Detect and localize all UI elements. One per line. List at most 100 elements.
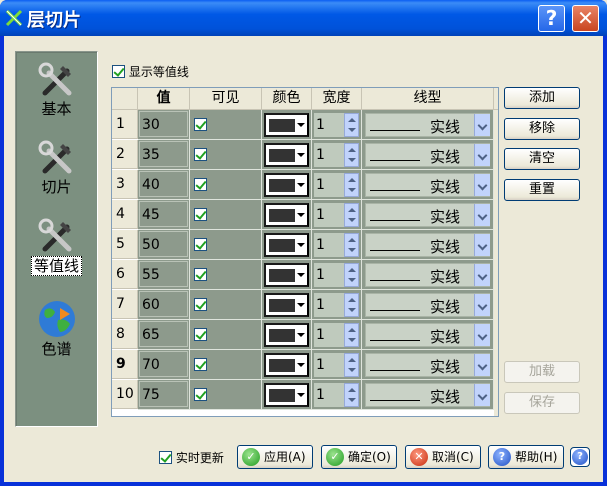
- chevron-down-icon[interactable]: [474, 384, 490, 406]
- value-cell[interactable]: 50: [138, 230, 190, 260]
- linetype-select[interactable]: 实线: [365, 233, 490, 257]
- width-cell[interactable]: 1: [312, 110, 362, 140]
- spin-up-icon[interactable]: [348, 178, 356, 182]
- row-header[interactable]: 1: [112, 110, 138, 139]
- visible-checkbox[interactable]: [194, 148, 207, 161]
- column-header-value[interactable]: 值: [138, 88, 190, 110]
- spin-up-icon[interactable]: [348, 268, 356, 272]
- add-button[interactable]: 添加: [504, 87, 580, 109]
- row-header[interactable]: 8: [112, 320, 138, 349]
- value-cell[interactable]: 65: [138, 320, 190, 350]
- spin-up-icon[interactable]: [348, 148, 356, 152]
- linetype-cell[interactable]: 实线: [362, 380, 494, 410]
- width-spinner[interactable]: [344, 383, 359, 407]
- linetype-cell[interactable]: 实线: [362, 230, 494, 260]
- row-header[interactable]: 7: [112, 290, 138, 319]
- color-cell[interactable]: [262, 290, 312, 320]
- column-header-width[interactable]: 宽度: [312, 88, 362, 110]
- spin-down-icon[interactable]: [348, 368, 356, 372]
- width-input[interactable]: 1: [314, 323, 344, 347]
- width-input[interactable]: 1: [314, 143, 344, 167]
- linetype-select[interactable]: 实线: [365, 323, 490, 347]
- spin-down-icon[interactable]: [348, 128, 356, 132]
- value-cell[interactable]: 55: [138, 260, 190, 290]
- visible-cell[interactable]: [190, 290, 262, 320]
- value-input[interactable]: 40: [139, 171, 188, 197]
- row-header[interactable]: 5: [112, 230, 138, 259]
- cancel-button[interactable]: ✕ 取消(C): [405, 445, 481, 469]
- width-cell[interactable]: 1: [312, 350, 362, 380]
- visible-cell[interactable]: [190, 170, 262, 200]
- row-header[interactable]: 3: [112, 170, 138, 199]
- color-cell[interactable]: [262, 380, 312, 410]
- value-cell[interactable]: 60: [138, 290, 190, 320]
- clear-button[interactable]: 清空: [504, 148, 580, 170]
- color-picker[interactable]: [264, 233, 309, 257]
- linetype-cell[interactable]: 实线: [362, 350, 494, 380]
- nav-item-contour[interactable]: 等值线: [16, 216, 97, 276]
- row-header[interactable]: 2: [112, 140, 138, 169]
- visible-checkbox[interactable]: [194, 208, 207, 221]
- spin-down-icon[interactable]: [348, 188, 356, 192]
- visible-checkbox[interactable]: [194, 178, 207, 191]
- width-spinner[interactable]: [344, 143, 359, 167]
- visible-cell[interactable]: [190, 200, 262, 230]
- width-cell[interactable]: 1: [312, 290, 362, 320]
- realtime-update-checkbox[interactable]: [159, 451, 172, 464]
- nav-item-slice[interactable]: 切片: [16, 138, 97, 196]
- visible-cell[interactable]: [190, 140, 262, 170]
- spin-up-icon[interactable]: [348, 298, 356, 302]
- value-cell[interactable]: 75: [138, 380, 190, 410]
- linetype-select[interactable]: 实线: [365, 353, 490, 377]
- chevron-down-icon[interactable]: [474, 294, 490, 316]
- visible-checkbox[interactable]: [194, 328, 207, 341]
- title-close-button[interactable]: ✕: [572, 5, 599, 32]
- width-spinner[interactable]: [344, 293, 359, 317]
- color-cell[interactable]: [262, 320, 312, 350]
- value-input[interactable]: 70: [139, 351, 188, 377]
- row-header[interactable]: 4: [112, 200, 138, 229]
- chevron-down-icon[interactable]: [474, 264, 490, 286]
- show-contour-option[interactable]: 显示等值线: [112, 63, 189, 80]
- color-picker[interactable]: [264, 263, 309, 287]
- width-cell[interactable]: 1: [312, 320, 362, 350]
- load-button[interactable]: 加载: [504, 361, 580, 383]
- width-spinner[interactable]: [344, 233, 359, 257]
- width-spinner[interactable]: [344, 323, 359, 347]
- color-cell[interactable]: [262, 200, 312, 230]
- value-input[interactable]: 75: [139, 381, 188, 407]
- width-spinner[interactable]: [344, 113, 359, 137]
- spin-down-icon[interactable]: [348, 398, 356, 402]
- value-input[interactable]: 35: [139, 141, 188, 167]
- width-input[interactable]: 1: [314, 293, 344, 317]
- color-cell[interactable]: [262, 260, 312, 290]
- row-header[interactable]: 10: [112, 380, 138, 409]
- spin-down-icon[interactable]: [348, 278, 356, 282]
- linetype-select[interactable]: 实线: [365, 143, 490, 167]
- visible-cell[interactable]: [190, 380, 262, 410]
- show-contour-checkbox[interactable]: [112, 65, 125, 78]
- width-input[interactable]: 1: [314, 383, 344, 407]
- color-picker[interactable]: [264, 323, 309, 347]
- visible-cell[interactable]: [190, 260, 262, 290]
- color-picker[interactable]: [264, 113, 309, 137]
- value-input[interactable]: 60: [139, 291, 188, 317]
- ok-button[interactable]: ✓ 确定(O): [321, 445, 397, 469]
- row-header[interactable]: 9: [112, 350, 138, 379]
- column-header-color[interactable]: 颜色: [262, 88, 312, 110]
- spin-up-icon[interactable]: [348, 238, 356, 242]
- chevron-down-icon[interactable]: [474, 324, 490, 346]
- linetype-cell[interactable]: 实线: [362, 200, 494, 230]
- linetype-select[interactable]: 实线: [365, 173, 490, 197]
- apply-button[interactable]: ✓ 应用(A): [237, 445, 313, 469]
- nav-item-spectrum[interactable]: 色谱: [16, 298, 97, 358]
- visible-checkbox[interactable]: [194, 268, 207, 281]
- spin-up-icon[interactable]: [348, 358, 356, 362]
- row-header[interactable]: 6: [112, 260, 138, 289]
- chevron-down-icon[interactable]: [474, 114, 490, 136]
- value-input[interactable]: 45: [139, 201, 188, 227]
- color-cell[interactable]: [262, 230, 312, 260]
- linetype-cell[interactable]: 实线: [362, 140, 494, 170]
- width-input[interactable]: 1: [314, 233, 344, 257]
- width-input[interactable]: 1: [314, 113, 344, 137]
